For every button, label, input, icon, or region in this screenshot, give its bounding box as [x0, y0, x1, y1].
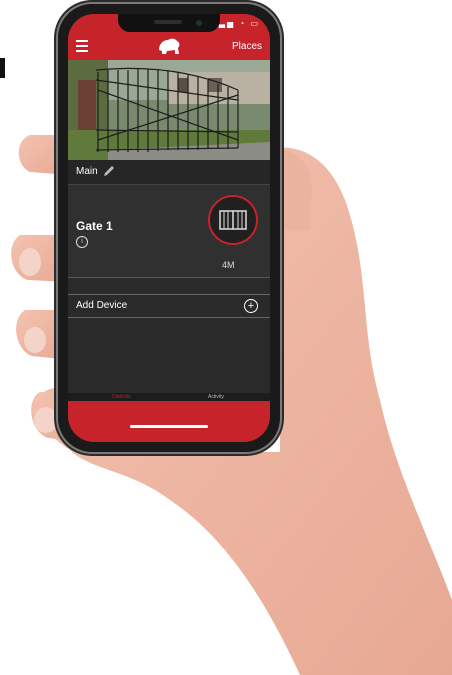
tab-activity[interactable]: Activity: [208, 394, 224, 400]
empty-content-area: [68, 318, 270, 393]
phone-screen: ▂▃▅ ◔ ▭ Places Main Gate 1 i 4M Add Devi…: [68, 14, 270, 442]
gate-status-label: 4M: [222, 260, 235, 270]
lion-logo-icon: [159, 38, 180, 54]
device-card-gate[interactable]: Gate 1 i 4M: [68, 185, 270, 278]
info-icon[interactable]: i: [76, 236, 88, 248]
phone-notch: [118, 14, 220, 32]
pencil-icon[interactable]: [102, 164, 116, 178]
add-device-row[interactable]: Add Device +: [68, 295, 270, 318]
plus-circle-icon[interactable]: +: [244, 299, 258, 313]
bottom-tab-bar: Controls Activity: [68, 393, 270, 401]
section-header-main: Main: [68, 160, 270, 185]
hamburger-menu-icon[interactable]: [76, 40, 88, 52]
add-device-label: Add Device: [76, 300, 128, 311]
section-title: Main: [76, 166, 98, 177]
gate-camera-image: [68, 60, 270, 160]
home-area: [68, 401, 270, 442]
home-indicator[interactable]: [130, 425, 208, 428]
places-button[interactable]: Places: [232, 41, 262, 52]
gate-toggle-button[interactable]: [208, 195, 258, 245]
device-name: Gate 1: [76, 219, 113, 233]
phone-device: ▂▃▅ ◔ ▭ Places Main Gate 1 i 4M Add Devi…: [58, 4, 280, 452]
speaker-grille: [154, 20, 182, 24]
app-header: Places: [68, 34, 270, 60]
front-camera: [196, 20, 202, 26]
gate-icon: [219, 210, 247, 230]
tab-controls[interactable]: Controls: [112, 394, 131, 400]
